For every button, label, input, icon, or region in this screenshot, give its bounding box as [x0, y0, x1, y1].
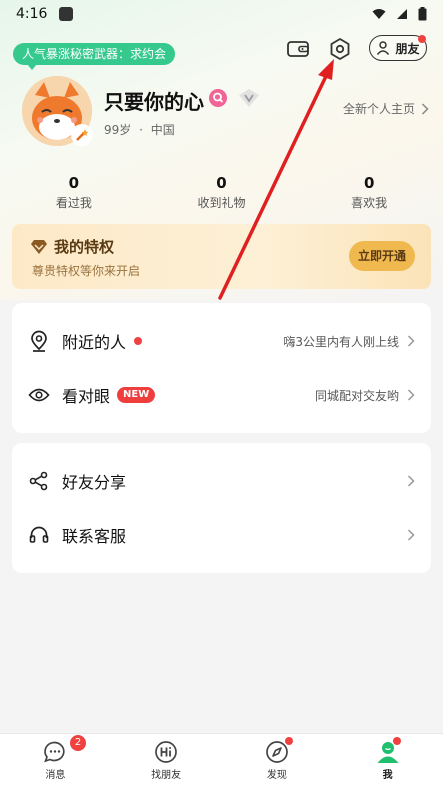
stats-row: 0 看过我 0 收到礼物 0 喜欢我	[0, 174, 443, 211]
friends-button-label: 朋友	[395, 41, 420, 56]
stat-value: 0	[363, 174, 375, 192]
user-country: 中国	[150, 123, 175, 137]
chevron-right-icon	[407, 389, 415, 401]
menu-item-title: 附近的人	[62, 333, 127, 352]
menu-item-title: 好友分享	[62, 473, 127, 492]
user-age: 99岁	[104, 123, 132, 137]
nearby-notification-dot	[134, 337, 143, 345]
vip-subtitle: 尊贵特权等你来开启	[32, 264, 141, 278]
user-meta: 99岁 · 中国	[104, 121, 175, 138]
tab-label: 发现	[266, 770, 287, 781]
homepage-link-label: 全新个人主页	[342, 102, 415, 116]
new-badge: NEW	[117, 387, 156, 403]
discover-notification-dot	[284, 737, 293, 745]
stat-label: 看过我	[55, 196, 92, 210]
menu-item-title: 联系客服	[62, 527, 127, 546]
vip-activate-button[interactable]: 立即开通	[349, 241, 415, 271]
menu-item-share-friends[interactable]: 好友分享	[12, 455, 431, 507]
search-badge-icon	[209, 89, 227, 107]
share-icon	[29, 471, 48, 491]
chevron-right-icon	[407, 335, 415, 347]
menu-item-hint: 同城配对交友哟	[314, 388, 399, 403]
signal-icon	[397, 9, 407, 19]
tab-label: 找朋友	[151, 770, 182, 781]
tab-discover[interactable]: 发现	[222, 734, 333, 787]
diamond-icon	[31, 239, 47, 254]
battery-icon	[418, 7, 427, 21]
friends-notification-dot	[418, 35, 426, 43]
settings-button[interactable]	[327, 36, 353, 62]
menu-item-nearby-people[interactable]: 附近的人 嗨3公里内有人刚上线	[12, 315, 431, 367]
bottom-tab-bar: 消息 2 找朋友 发现 我	[0, 733, 443, 787]
stat-label: 喜欢我	[351, 196, 388, 210]
headset-icon	[29, 526, 49, 543]
stat-gifts-received[interactable]: 0 收到礼物	[148, 174, 296, 211]
wallet-button[interactable]	[285, 36, 311, 62]
promo-tag[interactable]: 人气暴涨秘密武器：求约会	[13, 43, 176, 70]
wallet-icon	[287, 41, 309, 57]
vip-diamond-badge-icon	[239, 89, 259, 107]
chevron-right-icon	[407, 475, 415, 487]
stat-value: 0	[216, 174, 227, 192]
gear-icon	[330, 38, 350, 60]
eye-icon	[28, 388, 50, 402]
meta-separator: ·	[139, 123, 143, 137]
stat-label: 收到礼物	[197, 196, 246, 210]
vip-title: 我的特权	[30, 236, 114, 257]
menu-item-customer-service[interactable]: 联系客服	[12, 509, 431, 561]
chevron-right-icon	[421, 102, 429, 115]
tab-me[interactable]: 我	[332, 734, 443, 787]
menu-card-support: 好友分享 联系客服	[12, 443, 431, 573]
notification-icon	[59, 7, 74, 21]
location-pin-icon	[31, 330, 47, 352]
menu-card-social: 附近的人 嗨3公里内有人刚上线 看对眼 NEW 同城配对交友哟	[12, 303, 431, 433]
me-notification-dot	[393, 737, 402, 745]
message-count-badge: 2	[70, 735, 86, 751]
username: 只要你的心	[104, 90, 204, 114]
menu-item-title: 看对眼	[62, 387, 111, 406]
magic-wand-icon	[76, 129, 89, 141]
avatar-edit-badge[interactable]	[71, 124, 93, 146]
status-time: 4:16	[16, 6, 48, 22]
chevron-right-icon	[407, 529, 415, 541]
tab-find-friends[interactable]: 找朋友	[111, 734, 222, 787]
chat-bubble-icon	[44, 741, 66, 763]
stat-viewed-me[interactable]: 0 看过我	[0, 174, 148, 211]
hi-icon	[155, 741, 177, 763]
tab-label: 消息	[45, 770, 66, 781]
menu-item-match[interactable]: 看对眼 NEW 同城配对交友哟	[12, 369, 431, 421]
vip-privileges-card[interactable]: 我的特权 尊贵特权等你来开启 立即开通	[12, 224, 431, 289]
status-bar: 4:16	[0, 0, 443, 28]
tab-label: 我	[382, 770, 393, 781]
homepage-link[interactable]: 全新个人主页	[343, 100, 429, 117]
stat-liked-me[interactable]: 0 喜欢我	[295, 174, 443, 211]
vip-title-label: 我的特权	[54, 238, 115, 256]
menu-item-hint: 嗨3公里内有人刚上线	[283, 334, 399, 349]
wifi-icon	[372, 9, 386, 19]
add-friend-icon	[377, 41, 390, 55]
tab-messages[interactable]: 消息 2	[0, 734, 111, 787]
stat-value: 0	[68, 174, 80, 192]
